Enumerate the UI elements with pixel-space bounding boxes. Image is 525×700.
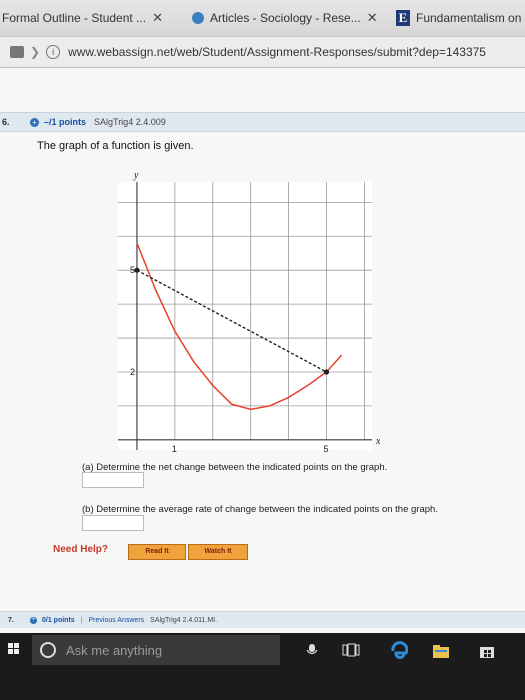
question-number: 7. — [8, 616, 14, 624]
part-b-text: (b) Determine the average rate of change… — [82, 504, 438, 515]
page-content: 6. + –/1 points SAlgTrig4 2.4.009 The gr… — [0, 68, 525, 633]
indicated-point — [134, 267, 140, 273]
search-placeholder: Ask me anything — [66, 642, 163, 658]
cortana-icon[interactable] — [40, 642, 56, 658]
expand-icon[interactable]: + — [30, 117, 39, 127]
address-bar: ❯ i www.webassign.net/web/Student/Assign… — [0, 37, 525, 68]
question-header: 6. + –/1 points SAlgTrig4 2.4.009 — [0, 112, 525, 132]
chevron-right-icon: ❯ — [30, 45, 41, 59]
question-prompt: The graph of a function is given. — [37, 140, 194, 152]
edge-browser-icon[interactable] — [390, 641, 408, 659]
tab-label: Formal Outline - Student ... — [2, 11, 147, 25]
tab-articles-sociology[interactable]: Articles - Sociology - Rese... ✕ — [192, 6, 388, 30]
previous-answers-link[interactable]: Previous Answers — [89, 617, 145, 624]
y-tick-label: 5 — [130, 265, 135, 275]
encyclopedia-favicon-icon: E — [396, 10, 410, 26]
need-help-label: Need Help? — [53, 544, 109, 555]
question-id: SAlgTrig4 2.4.011.MI. — [150, 616, 218, 624]
part-a-answer-input[interactable] — [82, 472, 144, 488]
windows-taskbar: Ask me anything — [0, 633, 525, 700]
site-icon — [10, 46, 24, 58]
y-axis-label: y — [133, 170, 139, 181]
x-tick-label: 5 — [324, 444, 329, 454]
tab-label: Articles - Sociology - Rese... — [210, 11, 361, 25]
info-icon[interactable]: i — [46, 45, 61, 59]
separator: | — [80, 616, 83, 624]
part-b-answer-input[interactable] — [82, 515, 144, 531]
expand-icon[interactable]: + — [30, 616, 37, 624]
store-icon[interactable] — [478, 643, 496, 659]
plot-background — [118, 182, 372, 450]
close-icon[interactable]: ✕ — [367, 10, 378, 26]
read-it-button[interactable]: Read It — [128, 544, 186, 560]
browser-tab-bar: Formal Outline - Student ... ✕ Articles … — [0, 0, 525, 37]
tab-formal-outline[interactable]: Formal Outline - Student ... ✕ — [2, 6, 186, 30]
question-id: SAlgTrig4 2.4.009 — [94, 117, 166, 127]
question-number: 6. — [2, 117, 10, 127]
x-axis-label: x — [375, 436, 380, 447]
next-question-header: 7. + 0/1 points | Previous Answers SAlgT… — [0, 611, 525, 628]
watch-it-button[interactable]: Watch It — [188, 544, 248, 560]
file-explorer-icon[interactable] — [432, 643, 450, 659]
question-points: 0/1 points — [42, 616, 75, 624]
indicated-point — [323, 369, 330, 375]
url-field[interactable]: www.webassign.net/web/Student/Assignment… — [68, 45, 486, 59]
globe-icon — [192, 12, 204, 24]
question-points: –/1 points — [44, 117, 87, 127]
task-view-icon[interactable] — [342, 643, 360, 657]
windows-start-icon[interactable] — [8, 643, 20, 655]
function-graph: x y 1 5 2 5 — [118, 170, 380, 454]
y-tick-label: 2 — [130, 367, 135, 377]
taskbar-search-box[interactable]: Ask me anything — [32, 635, 280, 665]
tab-fundamentalism[interactable]: E Fundamentalism on — [396, 6, 525, 30]
tab-label: Fundamentalism on — [416, 11, 522, 25]
x-tick-label: 1 — [172, 444, 177, 454]
microphone-icon[interactable] — [305, 643, 319, 657]
close-icon[interactable]: ✕ — [152, 10, 163, 26]
